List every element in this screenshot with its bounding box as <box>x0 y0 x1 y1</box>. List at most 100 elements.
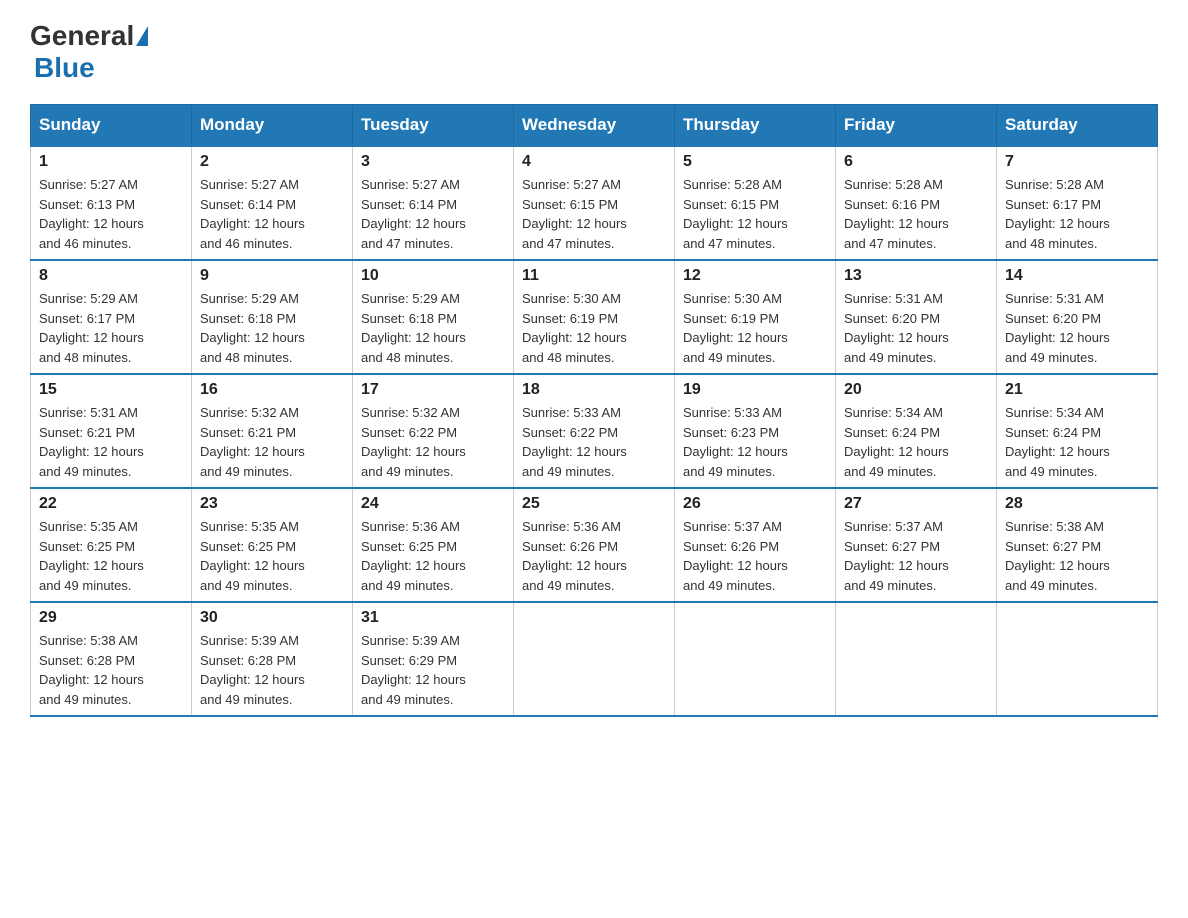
calendar-week-1: 1 Sunrise: 5:27 AMSunset: 6:13 PMDayligh… <box>31 146 1158 260</box>
calendar-cell: 21 Sunrise: 5:34 AMSunset: 6:24 PMDaylig… <box>997 374 1158 488</box>
day-number: 1 <box>39 153 183 171</box>
calendar-cell: 4 Sunrise: 5:27 AMSunset: 6:15 PMDayligh… <box>514 146 675 260</box>
day-info: Sunrise: 5:28 AMSunset: 6:16 PMDaylight:… <box>844 177 949 251</box>
day-number: 5 <box>683 153 827 171</box>
calendar-cell <box>675 602 836 716</box>
calendar-cell <box>997 602 1158 716</box>
calendar-cell: 11 Sunrise: 5:30 AMSunset: 6:19 PMDaylig… <box>514 260 675 374</box>
day-info: Sunrise: 5:31 AMSunset: 6:21 PMDaylight:… <box>39 405 144 479</box>
calendar-cell: 17 Sunrise: 5:32 AMSunset: 6:22 PMDaylig… <box>353 374 514 488</box>
day-info: Sunrise: 5:31 AMSunset: 6:20 PMDaylight:… <box>844 291 949 365</box>
calendar-header-tuesday: Tuesday <box>353 105 514 147</box>
day-number: 24 <box>361 495 505 513</box>
calendar-cell: 15 Sunrise: 5:31 AMSunset: 6:21 PMDaylig… <box>31 374 192 488</box>
calendar-week-5: 29 Sunrise: 5:38 AMSunset: 6:28 PMDaylig… <box>31 602 1158 716</box>
calendar-cell: 25 Sunrise: 5:36 AMSunset: 6:26 PMDaylig… <box>514 488 675 602</box>
calendar-cell: 22 Sunrise: 5:35 AMSunset: 6:25 PMDaylig… <box>31 488 192 602</box>
calendar-week-3: 15 Sunrise: 5:31 AMSunset: 6:21 PMDaylig… <box>31 374 1158 488</box>
day-info: Sunrise: 5:27 AMSunset: 6:13 PMDaylight:… <box>39 177 144 251</box>
calendar-cell: 5 Sunrise: 5:28 AMSunset: 6:15 PMDayligh… <box>675 146 836 260</box>
day-info: Sunrise: 5:36 AMSunset: 6:26 PMDaylight:… <box>522 519 627 593</box>
day-number: 14 <box>1005 267 1149 285</box>
calendar-cell: 28 Sunrise: 5:38 AMSunset: 6:27 PMDaylig… <box>997 488 1158 602</box>
day-info: Sunrise: 5:27 AMSunset: 6:15 PMDaylight:… <box>522 177 627 251</box>
day-number: 21 <box>1005 381 1149 399</box>
day-number: 4 <box>522 153 666 171</box>
day-number: 18 <box>522 381 666 399</box>
day-info: Sunrise: 5:27 AMSunset: 6:14 PMDaylight:… <box>361 177 466 251</box>
day-info: Sunrise: 5:38 AMSunset: 6:27 PMDaylight:… <box>1005 519 1110 593</box>
calendar-cell: 10 Sunrise: 5:29 AMSunset: 6:18 PMDaylig… <box>353 260 514 374</box>
day-number: 29 <box>39 609 183 627</box>
day-number: 13 <box>844 267 988 285</box>
day-info: Sunrise: 5:28 AMSunset: 6:15 PMDaylight:… <box>683 177 788 251</box>
day-info: Sunrise: 5:39 AMSunset: 6:28 PMDaylight:… <box>200 633 305 707</box>
day-number: 27 <box>844 495 988 513</box>
day-info: Sunrise: 5:36 AMSunset: 6:25 PMDaylight:… <box>361 519 466 593</box>
calendar-cell: 13 Sunrise: 5:31 AMSunset: 6:20 PMDaylig… <box>836 260 997 374</box>
calendar-cell: 12 Sunrise: 5:30 AMSunset: 6:19 PMDaylig… <box>675 260 836 374</box>
day-number: 12 <box>683 267 827 285</box>
day-info: Sunrise: 5:27 AMSunset: 6:14 PMDaylight:… <box>200 177 305 251</box>
day-info: Sunrise: 5:28 AMSunset: 6:17 PMDaylight:… <box>1005 177 1110 251</box>
day-info: Sunrise: 5:35 AMSunset: 6:25 PMDaylight:… <box>200 519 305 593</box>
calendar-cell: 19 Sunrise: 5:33 AMSunset: 6:23 PMDaylig… <box>675 374 836 488</box>
day-number: 15 <box>39 381 183 399</box>
logo-blue-text: Blue <box>34 52 95 83</box>
calendar-header-friday: Friday <box>836 105 997 147</box>
day-info: Sunrise: 5:34 AMSunset: 6:24 PMDaylight:… <box>844 405 949 479</box>
page-header: General Blue <box>30 20 1158 84</box>
day-info: Sunrise: 5:34 AMSunset: 6:24 PMDaylight:… <box>1005 405 1110 479</box>
calendar-cell: 18 Sunrise: 5:33 AMSunset: 6:22 PMDaylig… <box>514 374 675 488</box>
logo-general-text: General <box>30 20 134 52</box>
calendar-cell: 2 Sunrise: 5:27 AMSunset: 6:14 PMDayligh… <box>192 146 353 260</box>
calendar-week-4: 22 Sunrise: 5:35 AMSunset: 6:25 PMDaylig… <box>31 488 1158 602</box>
day-number: 8 <box>39 267 183 285</box>
day-info: Sunrise: 5:37 AMSunset: 6:27 PMDaylight:… <box>844 519 949 593</box>
day-number: 23 <box>200 495 344 513</box>
calendar-cell: 14 Sunrise: 5:31 AMSunset: 6:20 PMDaylig… <box>997 260 1158 374</box>
calendar-cell: 6 Sunrise: 5:28 AMSunset: 6:16 PMDayligh… <box>836 146 997 260</box>
day-info: Sunrise: 5:33 AMSunset: 6:22 PMDaylight:… <box>522 405 627 479</box>
logo-triangle-icon <box>136 26 148 46</box>
day-number: 31 <box>361 609 505 627</box>
calendar-cell: 1 Sunrise: 5:27 AMSunset: 6:13 PMDayligh… <box>31 146 192 260</box>
day-number: 2 <box>200 153 344 171</box>
day-number: 26 <box>683 495 827 513</box>
calendar-cell: 29 Sunrise: 5:38 AMSunset: 6:28 PMDaylig… <box>31 602 192 716</box>
day-info: Sunrise: 5:29 AMSunset: 6:18 PMDaylight:… <box>200 291 305 365</box>
calendar-header-thursday: Thursday <box>675 105 836 147</box>
calendar-cell: 31 Sunrise: 5:39 AMSunset: 6:29 PMDaylig… <box>353 602 514 716</box>
calendar-cell: 8 Sunrise: 5:29 AMSunset: 6:17 PMDayligh… <box>31 260 192 374</box>
calendar-cell: 20 Sunrise: 5:34 AMSunset: 6:24 PMDaylig… <box>836 374 997 488</box>
day-number: 11 <box>522 267 666 285</box>
day-number: 19 <box>683 381 827 399</box>
day-info: Sunrise: 5:30 AMSunset: 6:19 PMDaylight:… <box>522 291 627 365</box>
day-number: 9 <box>200 267 344 285</box>
day-info: Sunrise: 5:29 AMSunset: 6:17 PMDaylight:… <box>39 291 144 365</box>
calendar-cell: 24 Sunrise: 5:36 AMSunset: 6:25 PMDaylig… <box>353 488 514 602</box>
calendar-header-sunday: Sunday <box>31 105 192 147</box>
calendar-cell: 27 Sunrise: 5:37 AMSunset: 6:27 PMDaylig… <box>836 488 997 602</box>
calendar-cell: 3 Sunrise: 5:27 AMSunset: 6:14 PMDayligh… <box>353 146 514 260</box>
day-number: 30 <box>200 609 344 627</box>
day-info: Sunrise: 5:38 AMSunset: 6:28 PMDaylight:… <box>39 633 144 707</box>
calendar-header-monday: Monday <box>192 105 353 147</box>
day-info: Sunrise: 5:39 AMSunset: 6:29 PMDaylight:… <box>361 633 466 707</box>
day-number: 22 <box>39 495 183 513</box>
calendar-table: SundayMondayTuesdayWednesdayThursdayFrid… <box>30 104 1158 717</box>
calendar-week-2: 8 Sunrise: 5:29 AMSunset: 6:17 PMDayligh… <box>31 260 1158 374</box>
day-number: 10 <box>361 267 505 285</box>
calendar-cell: 26 Sunrise: 5:37 AMSunset: 6:26 PMDaylig… <box>675 488 836 602</box>
calendar-cell: 16 Sunrise: 5:32 AMSunset: 6:21 PMDaylig… <box>192 374 353 488</box>
calendar-cell: 23 Sunrise: 5:35 AMSunset: 6:25 PMDaylig… <box>192 488 353 602</box>
logo-text: General <box>30 20 150 52</box>
day-number: 25 <box>522 495 666 513</box>
day-info: Sunrise: 5:35 AMSunset: 6:25 PMDaylight:… <box>39 519 144 593</box>
day-number: 20 <box>844 381 988 399</box>
day-number: 7 <box>1005 153 1149 171</box>
day-number: 28 <box>1005 495 1149 513</box>
day-number: 6 <box>844 153 988 171</box>
calendar-cell <box>514 602 675 716</box>
day-info: Sunrise: 5:29 AMSunset: 6:18 PMDaylight:… <box>361 291 466 365</box>
